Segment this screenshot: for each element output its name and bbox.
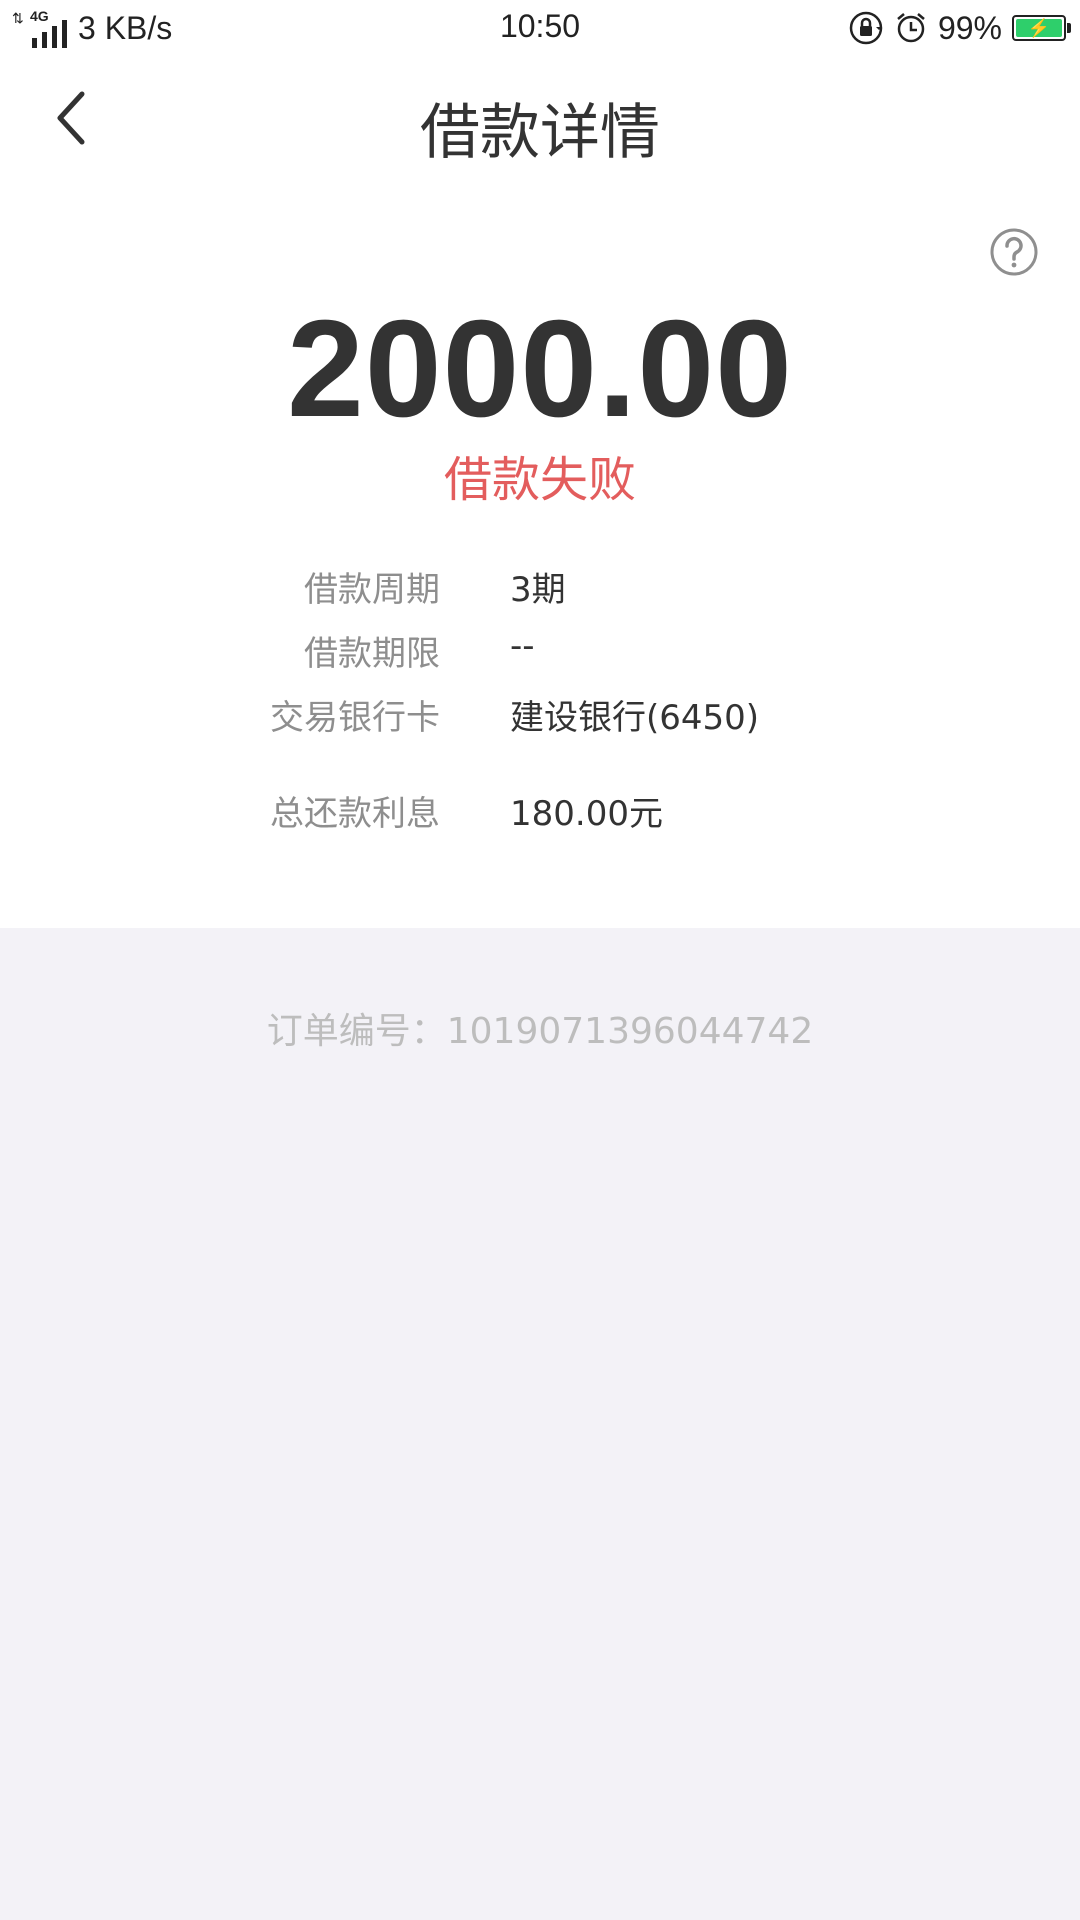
- loan-amount: 2000.00: [287, 292, 793, 446]
- card-label: 交易银行卡: [270, 698, 440, 738]
- alarm-icon: [897, 13, 925, 43]
- status-bar: ⇅ 4G 3 KB/s 10:50 99% ⚡: [0, 0, 1080, 56]
- loan-status: 借款失败: [443, 452, 636, 508]
- battery-level: ⚡: [1016, 19, 1062, 37]
- period-label: 借款周期: [304, 570, 440, 610]
- page-title: 借款详情: [420, 98, 660, 168]
- detail-row-interest: 总还款利息 180.00元: [0, 786, 1080, 836]
- detail-row-term: 借款期限 --: [0, 626, 1080, 676]
- orientation-lock-icon: [849, 11, 883, 45]
- battery-charging-icon: ⚡: [1012, 15, 1071, 41]
- help-button[interactable]: [988, 226, 1040, 278]
- system-icons: 99% ⚡: [848, 8, 1071, 48]
- term-label: 借款期限: [304, 634, 440, 674]
- period-value: 3期: [510, 570, 566, 610]
- detail-row-card: 交易银行卡 建设银行(6450): [0, 690, 1080, 740]
- interest-value: 180.00元: [510, 794, 663, 834]
- interest-label: 总还款利息: [270, 794, 440, 834]
- card-value: 建设银行(6450): [510, 698, 760, 738]
- order-number: 订单编号：1019071396044742: [266, 1011, 814, 1052]
- battery-percent: 99%: [937, 9, 1002, 46]
- detail-row-period: 借款周期 3期: [0, 562, 1080, 612]
- nav-bar: 借款详情: [0, 56, 1080, 184]
- term-value: --: [510, 626, 535, 666]
- question-circle-icon: [990, 228, 1038, 276]
